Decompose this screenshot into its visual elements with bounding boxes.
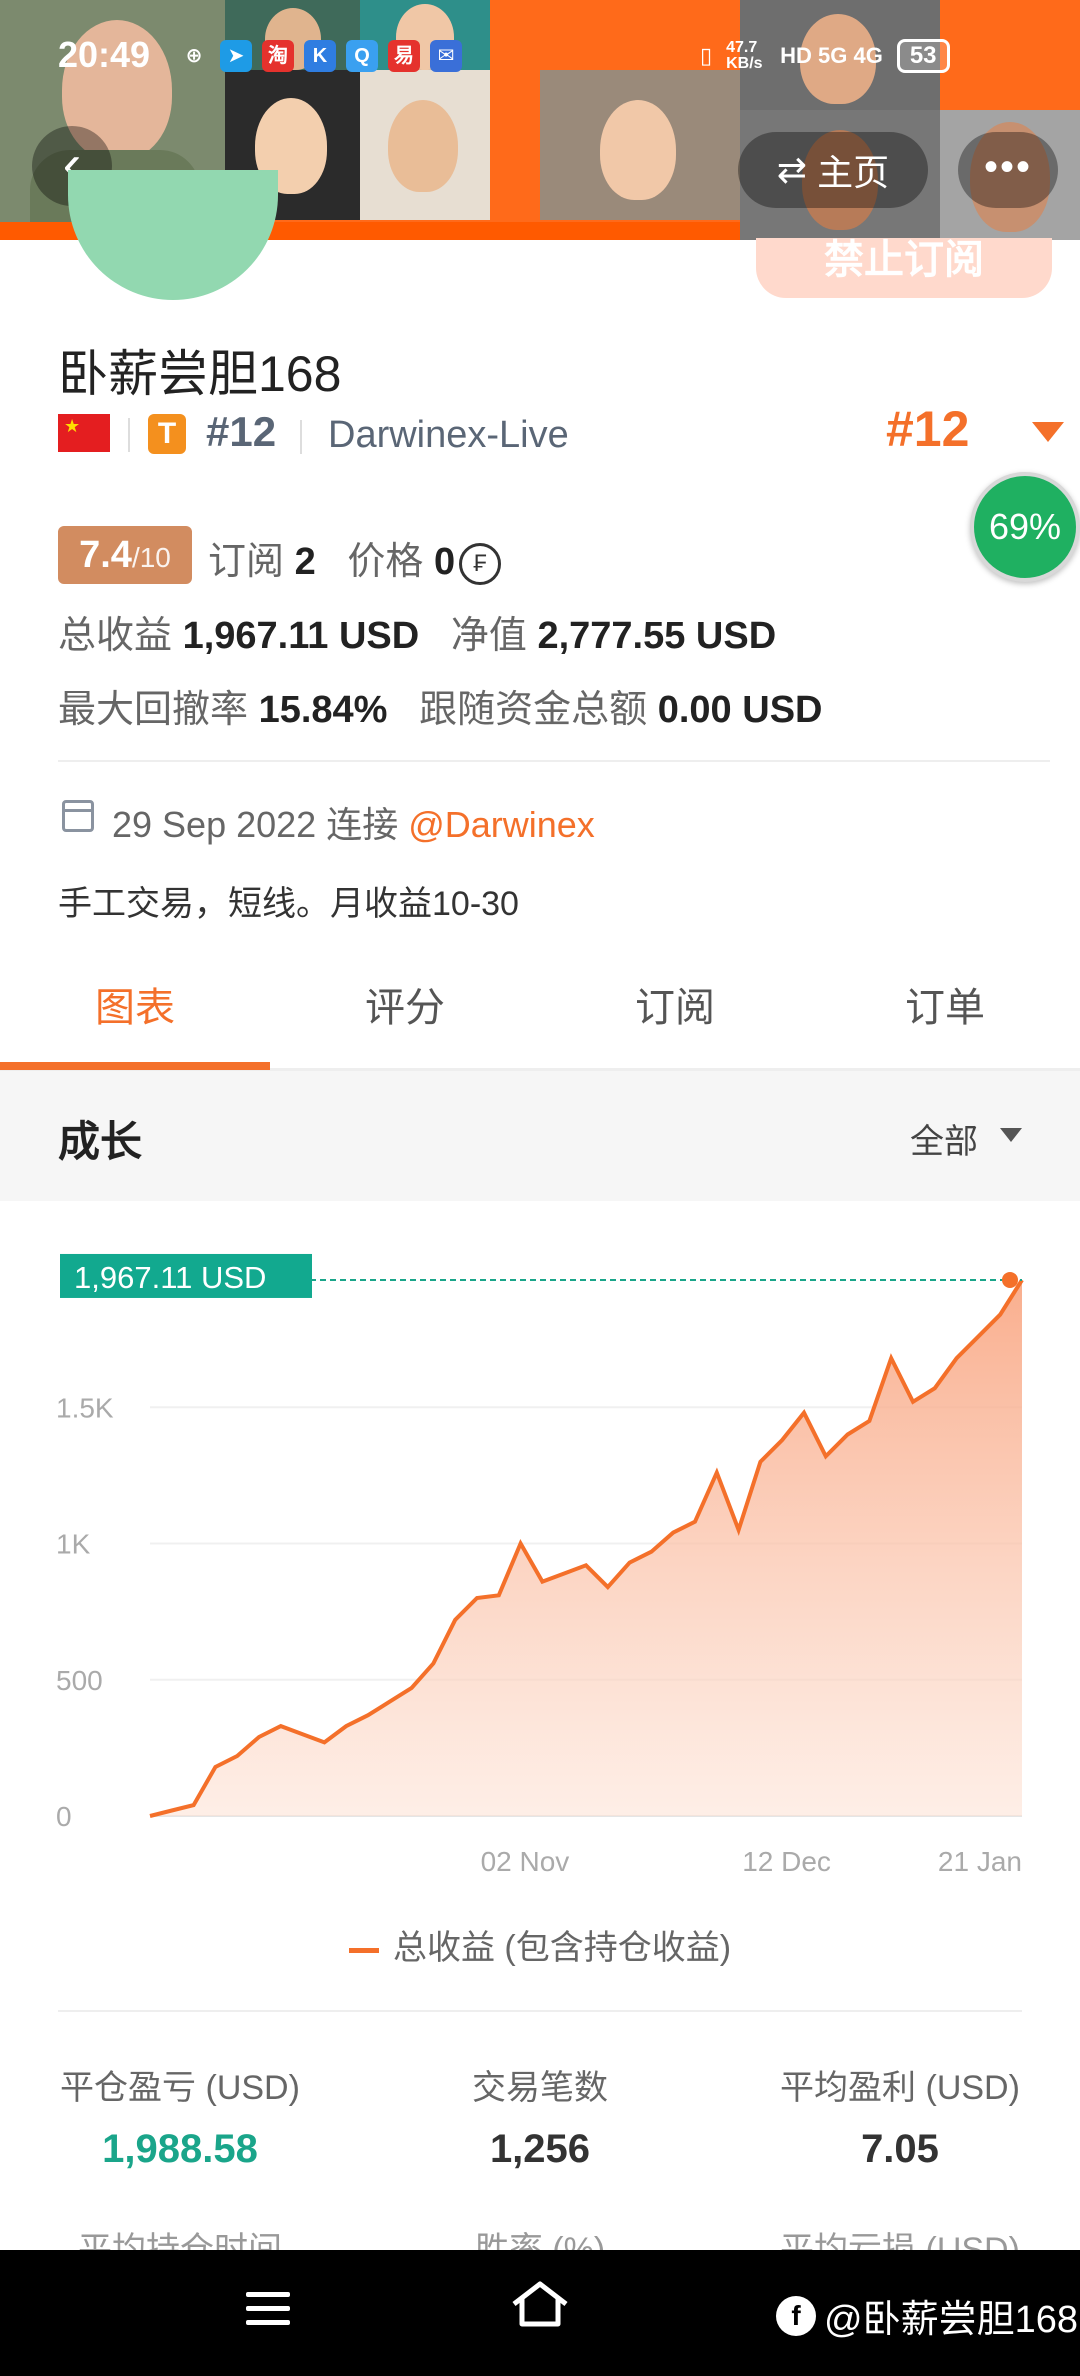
swap-icon: ⇄ bbox=[776, 149, 808, 190]
menu-icon[interactable] bbox=[246, 2292, 290, 2334]
browser-icon: Q bbox=[346, 40, 378, 72]
growth-chart[interactable]: 0 500 1K 1.5K 02 Nov 12 Dec 21 Jan 1,967.11 US… bbox=[0, 1201, 1080, 1901]
bio: 手工交易，短线。月收益10-30 bbox=[58, 885, 519, 923]
tab-subscription[interactable]: 订阅 bbox=[540, 950, 810, 1066]
chart-legend: 总收益 (包含持仓收益) bbox=[0, 1920, 1080, 1969]
status-right: ▯ 47.7 KB/s HD 5G 4G 53 bbox=[700, 36, 950, 76]
signal-indicator: HD 5G 4G bbox=[780, 43, 883, 68]
x-tick-label: 21 Jan bbox=[938, 1846, 1022, 1877]
y-tick-label: 1.5K bbox=[56, 1392, 114, 1423]
calendar-icon bbox=[62, 800, 94, 832]
username: 卧薪尝胆168 bbox=[58, 346, 342, 402]
y-tick-label: 1K bbox=[56, 1529, 91, 1560]
banner-photo bbox=[360, 70, 490, 220]
home-button[interactable]: ⇄ 主页 bbox=[738, 132, 928, 208]
banner-photo bbox=[540, 70, 740, 220]
score-badge: 7.4/10 bbox=[58, 526, 192, 584]
x-tick-label: 02 Nov bbox=[481, 1846, 570, 1877]
more-button[interactable]: ••• bbox=[958, 132, 1058, 208]
divider bbox=[58, 760, 1050, 762]
status-time: 20:49 bbox=[58, 34, 151, 75]
coin-icon: ₣ bbox=[459, 542, 502, 585]
home-icon[interactable] bbox=[510, 2278, 570, 2330]
divider bbox=[128, 418, 130, 452]
broker-name: Darwinex-Live bbox=[328, 414, 569, 456]
battery-indicator: 53 bbox=[896, 39, 950, 73]
app-icon: K bbox=[304, 40, 336, 72]
percent-badge: 69% bbox=[970, 472, 1080, 582]
y-tick-label: 500 bbox=[56, 1665, 103, 1696]
caret-down-icon[interactable] bbox=[1032, 422, 1064, 442]
joined-info: 29 Sep 2022 连接 @Darwinex bbox=[112, 804, 595, 845]
tab-orders[interactable]: 订单 bbox=[810, 950, 1080, 1066]
tab-chart[interactable]: 图表 bbox=[0, 950, 270, 1066]
caret-down-icon[interactable] bbox=[1000, 1128, 1022, 1142]
banner-photo bbox=[360, 0, 490, 70]
home-label: 主页 bbox=[817, 152, 890, 193]
unsubscribe-button[interactable]: 禁止订阅 bbox=[756, 238, 1052, 298]
taobao-icon: 淘 bbox=[262, 40, 294, 72]
avatar[interactable] bbox=[68, 170, 278, 300]
more-icon: ••• bbox=[983, 145, 1032, 189]
current-value-label: 1,967.11 USD bbox=[74, 1260, 266, 1295]
telegram-icon: ➤ bbox=[220, 40, 252, 72]
vibrate-icon: ▯ bbox=[700, 43, 713, 68]
y-tick-label: 0 bbox=[56, 1801, 72, 1832]
current-point bbox=[1002, 1271, 1018, 1288]
metric-trade-count: 交易笔数 1,256 bbox=[472, 2069, 608, 2171]
rank-small: #12 bbox=[206, 408, 277, 455]
tab-bar: 图表 评分 订阅 订单 bbox=[0, 950, 1080, 1070]
subs-stat: 订阅 2 价格 0 ₣ bbox=[208, 530, 502, 585]
watermark: f @卧薪尝胆168 bbox=[776, 2288, 1078, 2343]
notification-icon: ⊕ bbox=[185, 45, 203, 67]
growth-title: 成长 bbox=[58, 1118, 143, 1165]
divider bbox=[300, 420, 302, 454]
drawdown-stat: 最大回撤率 15.84% 跟随资金总额 0.00 USD bbox=[58, 689, 823, 731]
cn-flag-icon: ★ bbox=[58, 414, 110, 452]
weibo-logo-icon: f bbox=[776, 2295, 816, 2336]
rank-dropdown[interactable]: #12 bbox=[886, 400, 969, 458]
metric-avg-profit: 平均盈利 (USD) 7.05 bbox=[780, 2069, 1020, 2171]
net-speed: 47.7 KB/s bbox=[726, 39, 763, 72]
darwinex-link[interactable]: @Darwinex bbox=[408, 804, 595, 845]
tier-badge: T bbox=[148, 414, 186, 454]
tab-rating[interactable]: 评分 bbox=[270, 950, 540, 1066]
legend-swatch bbox=[348, 1947, 379, 1953]
profit-stat: 总收益 1,967.11 USD 净值 2,777.55 USD bbox=[58, 615, 777, 657]
app-icon: 易 bbox=[388, 40, 420, 72]
x-tick-label: 12 Dec bbox=[742, 1846, 831, 1877]
message-icon: ✉ bbox=[430, 40, 462, 72]
tab-indicator bbox=[0, 1062, 270, 1070]
metric-closed-pnl: 平仓盈亏 (USD) 1,988.58 bbox=[60, 2069, 300, 2171]
divider bbox=[58, 2010, 1022, 2012]
range-dropdown[interactable]: 全部 bbox=[910, 1114, 978, 1163]
